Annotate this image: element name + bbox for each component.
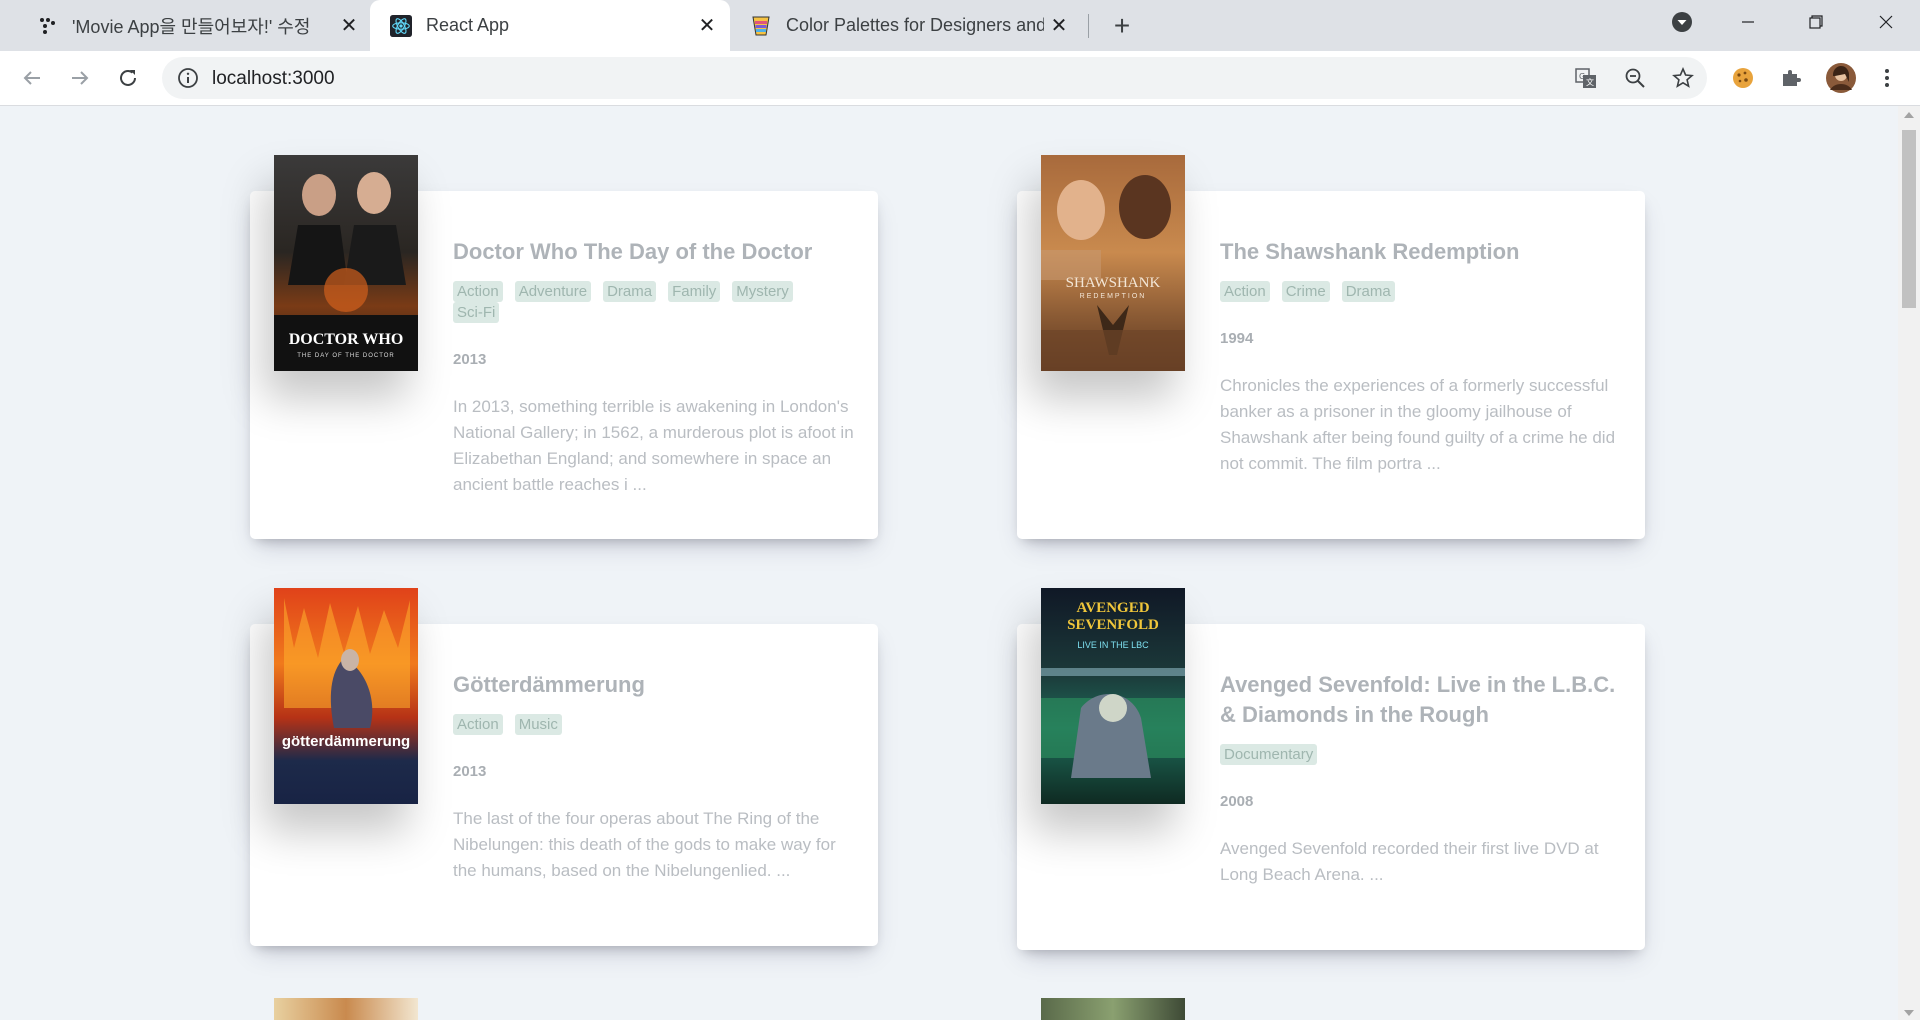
movie-poster: AVENGED SEVENFOLD LIVE IN THE LBC — [1041, 588, 1185, 804]
cookie-extension-icon[interactable] — [1729, 64, 1757, 92]
tab-strip: 'Movie App을 만들어보자!' 수정 ✕ React App ✕ Col… — [0, 0, 1920, 51]
movie-year: 1994 — [1220, 330, 1254, 347]
reload-button[interactable] — [110, 60, 146, 96]
browser-toolbar: localhost:3000 G文 — [0, 51, 1920, 106]
close-tab-icon[interactable]: ✕ — [692, 11, 722, 41]
svg-text:文: 文 — [1586, 77, 1594, 87]
react-logo-icon — [390, 14, 412, 37]
scroll-up-arrow-icon[interactable] — [1904, 112, 1914, 118]
genre-tag: Family — [668, 281, 721, 302]
genre-list: Action Crime Drama — [1220, 281, 1621, 302]
bookmark-star-icon[interactable] — [1671, 66, 1695, 90]
tab-react-app[interactable]: React App ✕ — [370, 0, 730, 51]
genre-tag: Music — [514, 714, 562, 735]
movie-year: 2008 — [1220, 793, 1254, 810]
poster-title-text: AVENGED SEVENFOLD — [1067, 600, 1159, 633]
movie-summary: Avenged Sevenfold recorded their first l… — [1220, 839, 1599, 884]
tab-search-button[interactable] — [1652, 0, 1712, 44]
movie-title[interactable]: Doctor Who The Day of the Doctor — [453, 237, 854, 267]
movie-summary: Chronicles the experiences of a formerly… — [1220, 376, 1616, 473]
close-tab-icon[interactable]: ✕ — [1044, 11, 1074, 41]
reload-icon — [120, 69, 136, 86]
extensions-puzzle-icon[interactable] — [1777, 64, 1805, 92]
tab-title: Color Palettes for Designers and — [786, 15, 1044, 35]
movie-title[interactable]: Avenged Sevenfold: Live in the L.B.C. & … — [1220, 670, 1621, 730]
close-icon — [1879, 15, 1893, 29]
movie-info: Avenged Sevenfold: Live in the L.B.C. & … — [1220, 670, 1621, 888]
movie-summary: The last of the four operas about The Ri… — [453, 809, 836, 880]
tab-title: 'Movie App을 만들어보자!' 수정 — [72, 16, 311, 37]
back-button[interactable] — [14, 60, 50, 96]
genre-list: Action Adventure Drama Family Mystery Sc… — [453, 281, 854, 323]
palette-cup-icon — [750, 15, 772, 37]
movie-card[interactable]: AVENGED SEVENFOLD LIVE IN THE LBC Avenge… — [1017, 588, 1645, 950]
back-arrow-icon — [23, 71, 40, 85]
poster-title-text: DOCTOR WHO — [288, 331, 404, 348]
restore-button[interactable] — [1786, 0, 1846, 44]
tab-movie-app[interactable]: 'Movie App을 만들어보자!' 수정 ✕ — [16, 0, 372, 51]
forward-button[interactable] — [62, 60, 98, 96]
movie-card[interactable]: DOCTOR WHO THE DAY OF THE DOCTOR Doctor … — [250, 155, 878, 539]
movie-title[interactable]: Götterdämmerung — [453, 670, 854, 700]
address-bar[interactable]: localhost:3000 G文 — [162, 57, 1707, 99]
genre-tag: Crime — [1281, 281, 1330, 302]
poster-title-text: götterdämmerung — [281, 733, 411, 750]
movie-card[interactable]: götterdämmerung Götterdämmerung Action M… — [250, 588, 878, 946]
forward-arrow-icon — [72, 71, 89, 85]
movie-poster: götterdämmerung — [274, 588, 418, 804]
poster-title-text: SHAWSHANK — [1065, 275, 1161, 291]
minimize-icon — [1742, 21, 1754, 23]
tab-color-palettes[interactable]: Color Palettes for Designers and ✕ — [730, 0, 1082, 51]
movie-summary: In 2013, something terrible is awakening… — [453, 397, 854, 494]
new-tab-button[interactable]: + — [1104, 8, 1140, 44]
chevron-down-icon — [1672, 12, 1692, 32]
svg-text:G: G — [1579, 72, 1585, 81]
movie-info: Götterdämmerung Action Music 2013 The la… — [453, 670, 854, 884]
movie-year: 2013 — [453, 351, 487, 368]
genre-tag: Drama — [1341, 281, 1395, 302]
tab-title: React App — [426, 15, 510, 35]
genre-tag: Action — [1220, 281, 1270, 302]
restore-icon — [1809, 15, 1823, 29]
scroll-down-arrow-icon[interactable] — [1904, 1010, 1914, 1016]
movie-poster-partial — [274, 998, 418, 1020]
poster-subtitle-text: LIVE IN THE LBC — [1077, 640, 1149, 650]
genre-tag: Action — [453, 281, 503, 302]
genre-list: Action Music — [453, 714, 854, 735]
translate-icon[interactable]: G文 — [1574, 66, 1598, 90]
movie-info: The Shawshank Redemption Action Crime Dr… — [1220, 237, 1621, 477]
menu-kebab-icon[interactable] — [1873, 64, 1901, 92]
vertical-scrollbar[interactable] — [1898, 106, 1920, 1020]
genre-list: Documentary — [1220, 744, 1621, 765]
close-window-button[interactable] — [1856, 0, 1916, 44]
genre-tag: Adventure — [514, 281, 592, 302]
genre-tag: Mystery — [732, 281, 793, 302]
genre-tag: Sci-Fi — [453, 302, 500, 323]
info-icon[interactable] — [177, 67, 199, 94]
movie-poster: DOCTOR WHO THE DAY OF THE DOCTOR — [274, 155, 418, 371]
scrollbar-thumb[interactable] — [1902, 130, 1916, 308]
url-text[interactable]: localhost:3000 — [212, 68, 335, 90]
close-tab-icon[interactable]: ✕ — [334, 11, 364, 41]
zoom-out-icon[interactable] — [1623, 66, 1647, 90]
movie-card[interactable]: SHAWSHANK REDEMPTION The Shawshank Redem… — [1017, 155, 1645, 539]
movie-title[interactable]: The Shawshank Redemption — [1220, 237, 1621, 267]
movie-year: 2013 — [453, 763, 487, 780]
movie-poster: SHAWSHANK REDEMPTION — [1041, 155, 1185, 371]
poster-subtitle-text: REDEMPTION — [1079, 293, 1147, 300]
tab-divider — [1088, 14, 1089, 38]
page-viewport: DOCTOR WHO THE DAY OF THE DOCTOR Doctor … — [0, 106, 1898, 1020]
dots-logo-icon — [36, 15, 58, 37]
movie-info: Doctor Who The Day of the Doctor Action … — [453, 237, 854, 498]
minimize-button[interactable] — [1718, 0, 1778, 44]
genre-tag: Action — [453, 714, 503, 735]
poster-subtitle-text: THE DAY OF THE DOCTOR — [297, 353, 395, 359]
genre-tag: Drama — [603, 281, 657, 302]
movie-poster-partial — [1041, 998, 1185, 1020]
genre-tag: Documentary — [1220, 744, 1318, 765]
profile-avatar[interactable] — [1824, 61, 1858, 95]
